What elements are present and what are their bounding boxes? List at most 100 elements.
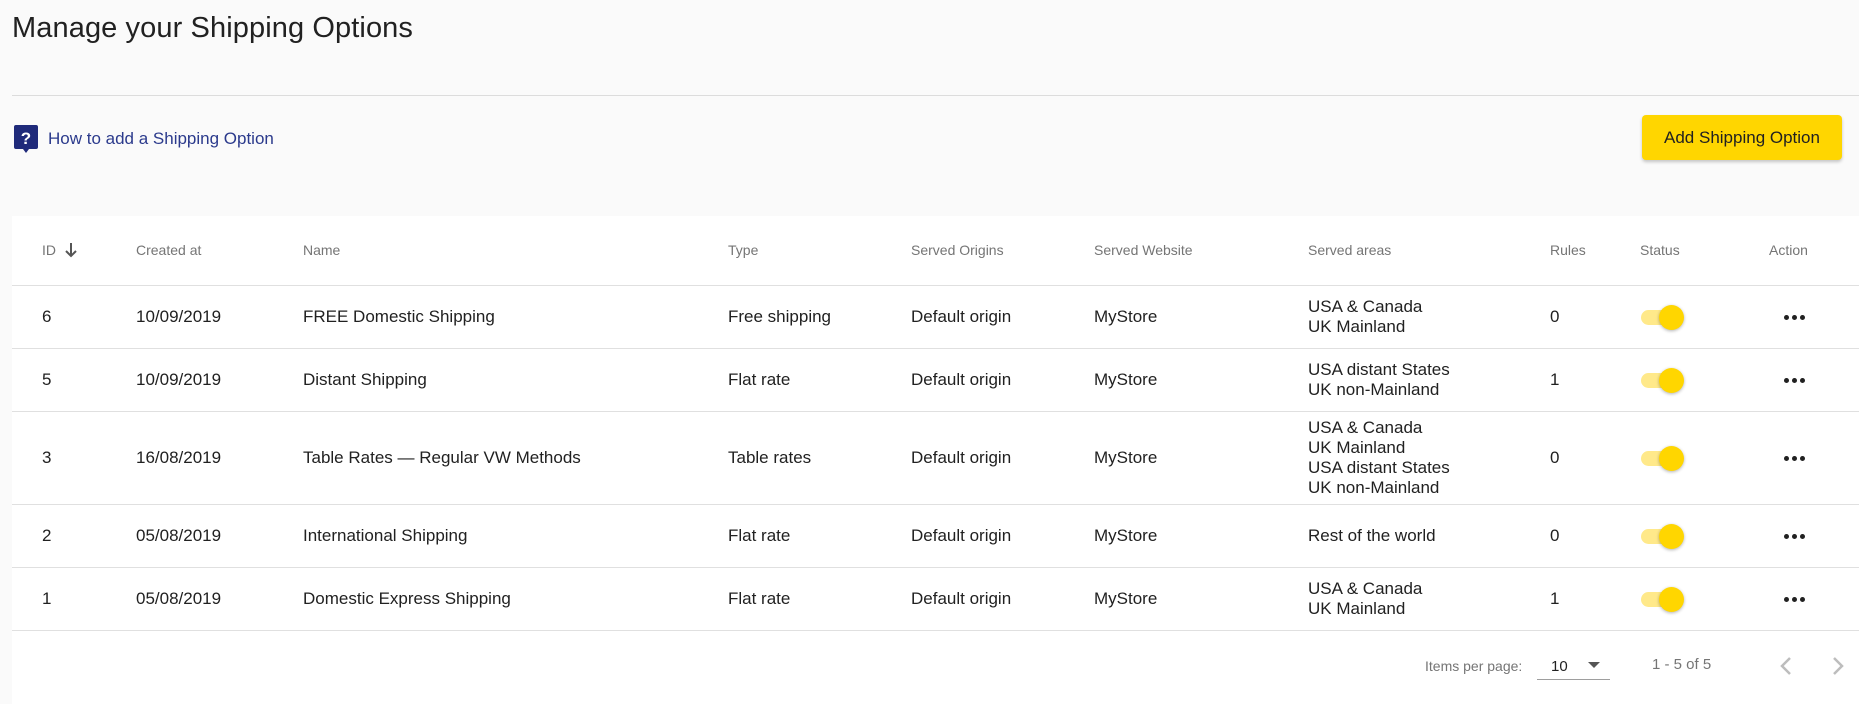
served-area: USA & Canada (1308, 579, 1423, 598)
table-row[interactable]: 6 10/09/2019 FREE Domestic Shipping Free… (12, 286, 1859, 349)
more-actions-icon[interactable] (1780, 448, 1808, 468)
more-actions-icon[interactable] (1780, 526, 1808, 546)
cell-name: International Shipping (303, 526, 468, 545)
cell-created-at: 05/08/2019 (136, 526, 222, 545)
cell-rules: 1 (1550, 589, 1560, 608)
served-area: UK non-Mainland (1308, 380, 1440, 399)
column-header-served-website[interactable]: Served Website (1094, 242, 1193, 258)
column-header-id[interactable]: ID (42, 242, 78, 261)
served-area: UK Mainland (1308, 438, 1406, 457)
status-toggle[interactable] (1639, 303, 1685, 331)
cell-id: 3 (42, 448, 52, 467)
served-area: USA distant States (1308, 458, 1450, 477)
cell-name: FREE Domestic Shipping (303, 307, 495, 326)
status-toggle[interactable] (1639, 585, 1685, 613)
toggle-thumb (1659, 446, 1684, 471)
cell-served-website: MyStore (1094, 526, 1158, 545)
cell-served-website: MyStore (1094, 589, 1158, 608)
column-header-rules[interactable]: Rules (1550, 242, 1586, 258)
table-row[interactable]: 5 10/09/2019 Distant Shipping Flat rate … (12, 349, 1859, 412)
cell-served-areas: Rest of the world (1308, 526, 1436, 546)
items-per-page-label: Items per page: (1425, 658, 1523, 674)
cell-created-at: 16/08/2019 (136, 448, 222, 467)
column-header-name[interactable]: Name (303, 242, 340, 258)
cell-rules: 0 (1550, 448, 1560, 467)
table-row[interactable]: 1 05/08/2019 Domestic Express Shipping F… (12, 568, 1859, 631)
toggle-thumb (1659, 524, 1684, 549)
cell-served-origins: Default origin (911, 370, 1012, 389)
page-size-select[interactable]: 10 (1537, 650, 1610, 680)
table-header: ID Created at Name Type Served Origins S… (12, 216, 1859, 286)
served-area: UK non-Mainland (1308, 478, 1440, 497)
cell-created-at: 10/09/2019 (136, 307, 222, 326)
help-link-label: How to add a Shipping Option (48, 129, 274, 148)
served-area: Rest of the world (1308, 526, 1436, 545)
title-divider (12, 95, 1859, 96)
more-actions-icon[interactable] (1780, 370, 1808, 390)
cell-served-areas: USA & Canada UK Mainland USA distant Sta… (1308, 418, 1450, 498)
arrow-down-icon (64, 242, 78, 261)
page-size-value: 10 (1551, 658, 1568, 675)
cell-id: 1 (42, 589, 52, 608)
cell-served-areas: USA distant States UK non-Mainland (1308, 360, 1450, 400)
cell-served-origins: Default origin (911, 448, 1012, 467)
chevron-right-icon[interactable] (1824, 652, 1852, 680)
cell-created-at: 05/08/2019 (136, 589, 222, 608)
status-toggle[interactable] (1639, 366, 1685, 394)
status-toggle[interactable] (1639, 522, 1685, 550)
column-header-action: Action (1769, 242, 1808, 258)
help-chat-icon: ? (14, 125, 38, 153)
served-area: UK Mainland (1308, 599, 1406, 618)
cell-served-website: MyStore (1094, 448, 1158, 467)
cell-created-at: 10/09/2019 (136, 370, 222, 389)
cell-served-origins: Default origin (911, 307, 1012, 326)
cell-name: Distant Shipping (303, 370, 427, 389)
cell-rules: 0 (1550, 526, 1560, 545)
cell-served-origins: Default origin (911, 589, 1012, 608)
cell-id: 5 (42, 370, 52, 389)
shipping-options-table: ID Created at Name Type Served Origins S… (12, 216, 1859, 704)
column-header-status: Status (1640, 242, 1680, 258)
table-row[interactable]: 3 16/08/2019 Table Rates — Regular VW Me… (12, 412, 1859, 505)
more-actions-icon[interactable] (1780, 307, 1808, 327)
caret-down-icon (1588, 662, 1600, 668)
page-range-label: 1 - 5 of 5 (1652, 656, 1712, 673)
column-header-created-at[interactable]: Created at (136, 242, 201, 258)
toggle-thumb (1659, 368, 1684, 393)
more-actions-icon[interactable] (1780, 589, 1808, 609)
chevron-left-icon[interactable] (1772, 652, 1800, 680)
page-title: Manage your Shipping Options (12, 12, 413, 44)
cell-served-website: MyStore (1094, 370, 1158, 389)
toggle-thumb (1659, 587, 1684, 612)
column-header-id-label: ID (42, 242, 56, 258)
cell-type: Flat rate (728, 526, 791, 545)
cell-type: Free shipping (728, 307, 832, 326)
cell-type: Flat rate (728, 589, 791, 608)
served-area: UK Mainland (1308, 317, 1406, 336)
cell-served-website: MyStore (1094, 307, 1158, 326)
served-area: USA distant States (1308, 360, 1450, 379)
cell-id: 6 (42, 307, 52, 326)
toggle-thumb (1659, 305, 1684, 330)
add-shipping-option-button[interactable]: Add Shipping Option (1642, 115, 1842, 160)
column-header-served-areas[interactable]: Served areas (1308, 242, 1391, 258)
paginator: Items per page: 10 1 - 5 of 5 (12, 632, 1859, 704)
table-row[interactable]: 2 05/08/2019 International Shipping Flat… (12, 505, 1859, 568)
column-header-served-origins[interactable]: Served Origins (911, 242, 1004, 258)
served-area: USA & Canada (1308, 418, 1423, 437)
served-area: USA & Canada (1308, 297, 1423, 316)
help-link[interactable]: ? How to add a Shipping Option (14, 125, 274, 153)
status-toggle[interactable] (1639, 444, 1685, 472)
cell-type: Table rates (728, 448, 812, 467)
cell-rules: 0 (1550, 307, 1560, 326)
svg-text:?: ? (21, 129, 31, 148)
cell-served-areas: USA & Canada UK Mainland (1308, 297, 1422, 337)
cell-id: 2 (42, 526, 52, 545)
cell-served-areas: USA & Canada UK Mainland (1308, 579, 1422, 619)
column-header-type[interactable]: Type (728, 242, 758, 258)
cell-served-origins: Default origin (911, 526, 1012, 545)
cell-name: Table Rates — Regular VW Methods (303, 448, 581, 467)
cell-type: Flat rate (728, 370, 791, 389)
cell-name: Domestic Express Shipping (303, 589, 511, 608)
cell-rules: 1 (1550, 370, 1560, 389)
